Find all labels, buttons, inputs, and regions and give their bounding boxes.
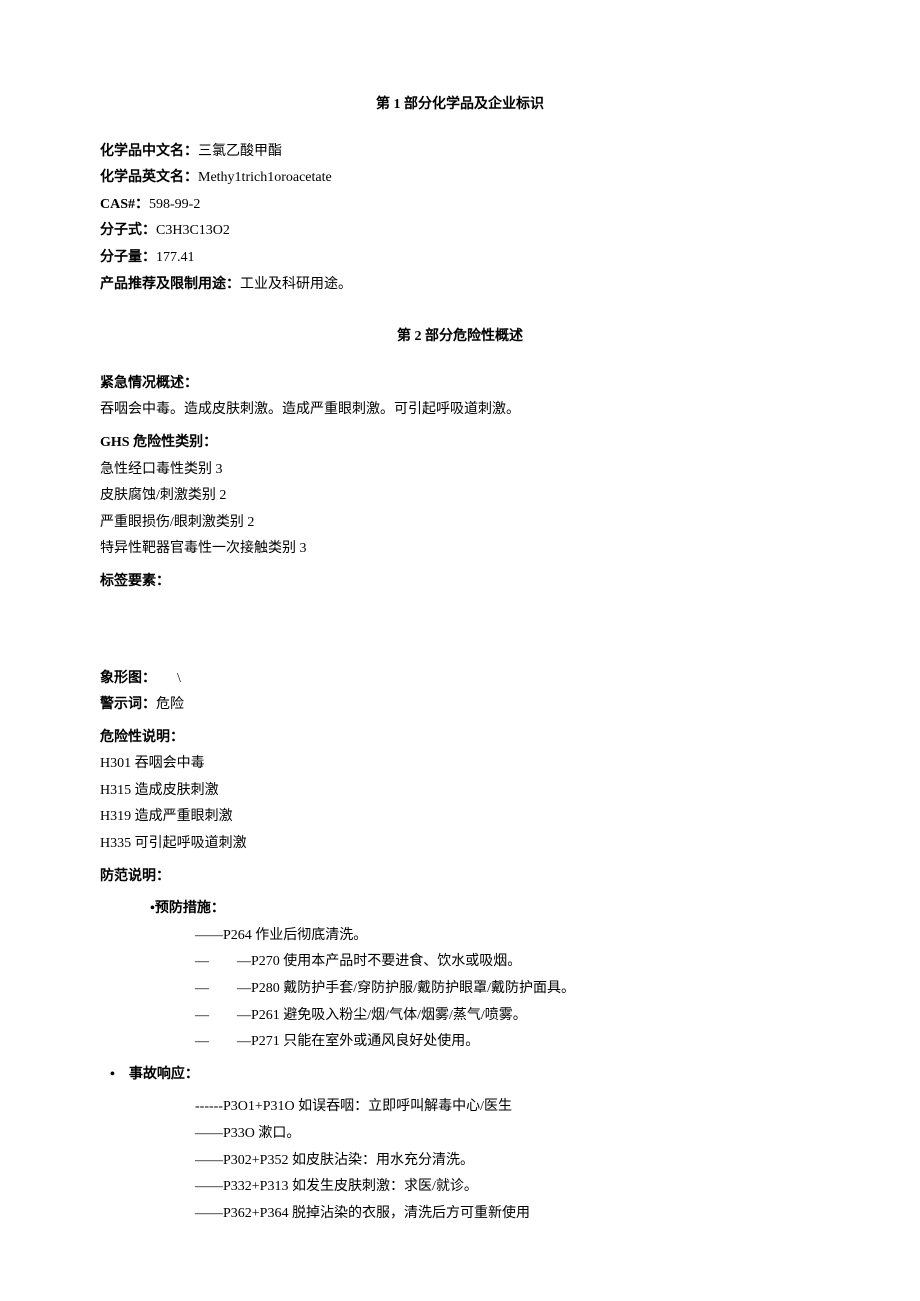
use-label: 产品推荐及限制用途：	[100, 277, 240, 292]
mw-label: 分子量：	[100, 250, 156, 265]
formula-label: 分子式：	[100, 223, 156, 238]
hazard-item: H319 造成严重眼刺激	[100, 804, 820, 831]
prevention-item: — —P271 只能在室外或通风良好处使用。	[100, 1029, 820, 1056]
hazard-label: 危险性说明：	[100, 725, 820, 752]
ghs-label: GHS 危险性类别：	[100, 430, 820, 457]
hazard-item: H335 可引起呼吸道刺激	[100, 831, 820, 858]
ghs-item: 急性经口毒性类别 3	[100, 457, 820, 484]
use-value: 工业及科研用途。	[240, 277, 352, 292]
signal-value: 危险	[156, 697, 184, 712]
response-item: ——P362+P364 脱掉沾染的衣服，清洗后方可重新使用	[100, 1201, 820, 1228]
pictogram-value: \	[177, 671, 181, 686]
ghs-item: 严重眼损伤/眼刺激类别 2	[100, 510, 820, 537]
emergency-text: 吞咽会中毒。造成皮肤刺激。造成严重眼刺激。可引起呼吸道刺激。	[100, 397, 820, 424]
signal-line: 警示词：危险	[100, 692, 820, 719]
prevention-item: — —P280 戴防护手套/穿防护服/戴防护眼罩/戴防护面具。	[100, 976, 820, 1003]
name-en-label: 化学品英文名：	[100, 170, 198, 185]
cas-label: CAS#：	[100, 197, 149, 212]
mw-value: 177.41	[156, 250, 195, 265]
name-cn-value: 三氯乙酸甲酯	[198, 144, 282, 159]
prevention-label: •预防措施：	[100, 896, 820, 923]
response-item: ------P3O1+P31O 如误吞咽：立即呼叫解毒中心/医生	[100, 1094, 820, 1121]
pictogram-line: 象形图： \	[100, 666, 820, 693]
signal-label: 警示词：	[100, 697, 156, 712]
prevention-item: — —P261 避免吸入粉尘/烟/气体/烟雾/蒸气/喷雾。	[100, 1003, 820, 1030]
cas-line: CAS#：598-99-2	[100, 192, 820, 219]
response-label: • 事故响应：	[100, 1062, 820, 1089]
formula-line: 分子式：C3H3C13O2	[100, 218, 820, 245]
section-2-title: 第 2 部分危险性概述	[100, 324, 820, 351]
ghs-item: 皮肤腐蚀/刺激类别 2	[100, 483, 820, 510]
section-1-title: 第 1 部分化学品及企业标识	[100, 92, 820, 119]
prevention-item: — —P270 使用本产品时不要进食、饮水或吸烟。	[100, 949, 820, 976]
response-item: ——P33O 漱口。	[100, 1121, 820, 1148]
name-en-value: Methy1trich1oroacetate	[198, 170, 332, 185]
response-item: ——P302+P352 如皮肤沾染：用水充分清洗。	[100, 1148, 820, 1175]
response-item: ——P332+P313 如发生皮肤刺激：求医/就诊。	[100, 1174, 820, 1201]
label-elements: 标签要素：	[100, 569, 820, 596]
use-line: 产品推荐及限制用途：工业及科研用途。	[100, 272, 820, 299]
hazard-item: H301 吞咽会中毒	[100, 751, 820, 778]
ghs-item: 特异性靶器官毒性一次接触类别 3	[100, 536, 820, 563]
precaution-label: 防范说明：	[100, 864, 820, 891]
mw-line: 分子量：177.41	[100, 245, 820, 272]
name-en-line: 化学品英文名：Methy1trich1oroacetate	[100, 165, 820, 192]
name-cn-label: 化学品中文名：	[100, 144, 198, 159]
emergency-label: 紧急情况概述：	[100, 371, 820, 398]
cas-value: 598-99-2	[149, 197, 200, 212]
formula-value: C3H3C13O2	[156, 223, 230, 238]
pictogram-label: 象形图：	[100, 671, 149, 686]
hazard-item: H315 造成皮肤刺激	[100, 778, 820, 805]
prevention-item: ——P264 作业后彻底清洗。	[100, 923, 820, 950]
name-cn-line: 化学品中文名：三氯乙酸甲酯	[100, 139, 820, 166]
